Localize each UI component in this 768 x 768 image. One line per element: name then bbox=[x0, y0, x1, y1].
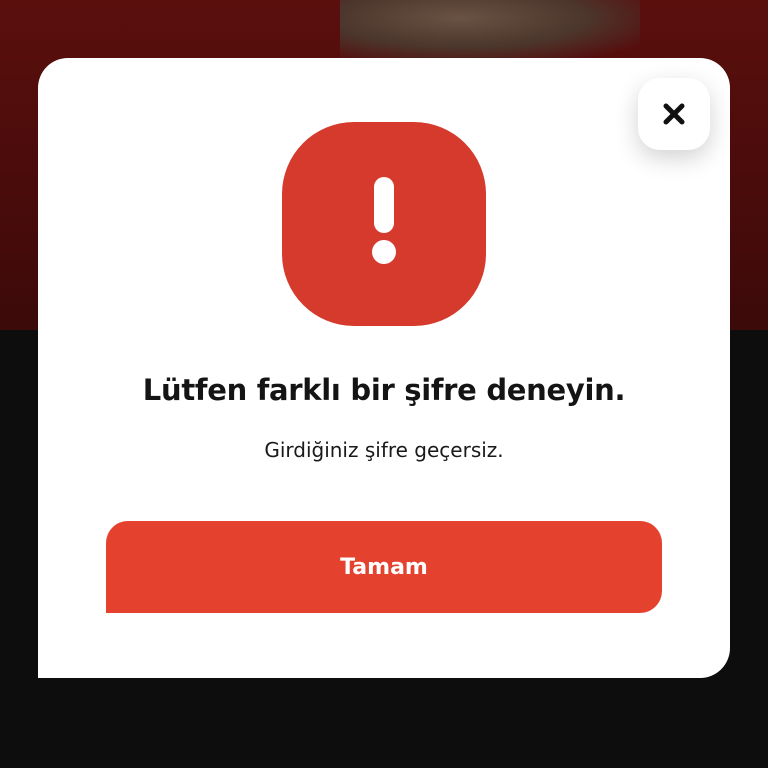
close-button[interactable] bbox=[638, 78, 710, 150]
exclamation-icon bbox=[364, 177, 404, 271]
dialog-message: Girdiğiniz şifre geçersiz. bbox=[264, 438, 504, 462]
alert-badge bbox=[282, 122, 486, 326]
screen: Lütfen farklı bir şifre deneyin. Girdiği… bbox=[0, 0, 768, 768]
background-product-image bbox=[340, 0, 640, 60]
confirm-button[interactable]: Tamam bbox=[106, 521, 662, 613]
close-icon bbox=[661, 101, 687, 127]
dialog-title: Lütfen farklı bir şifre deneyin. bbox=[142, 373, 626, 407]
confirm-button-label: Tamam bbox=[340, 554, 428, 580]
